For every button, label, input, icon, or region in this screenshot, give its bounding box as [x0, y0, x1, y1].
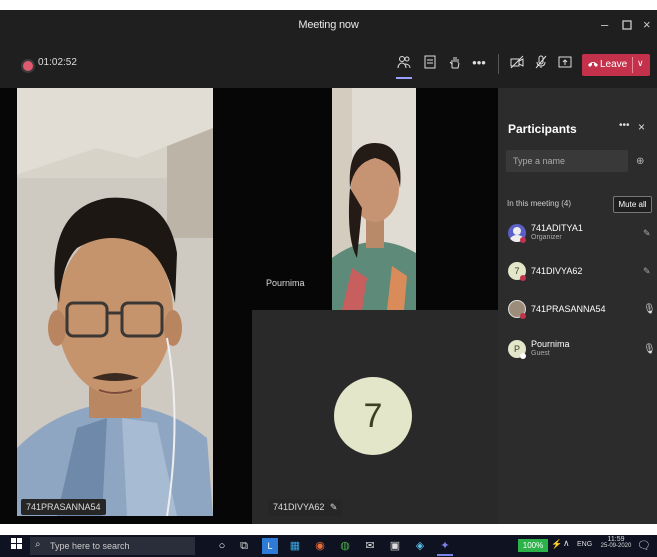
- status-badge: [520, 313, 526, 319]
- notification-icon[interactable]: 🗨︎: [636, 538, 652, 554]
- battery-indicator[interactable]: 100%: [518, 539, 548, 552]
- status-badge: [520, 237, 526, 243]
- participant-name-label: 741PRASANNA54: [21, 499, 106, 515]
- mute-all-button[interactable]: Mute all: [613, 196, 652, 213]
- mic-off-icon: ✎: [329, 502, 338, 512]
- mic-off-icon[interactable]: ✎: [643, 266, 651, 277]
- leave-divider: [632, 57, 633, 73]
- meeting-timer: 01:02:52: [38, 57, 77, 68]
- maximize-button[interactable]: [622, 10, 632, 40]
- participant-name: 741DIVYA62: [531, 266, 583, 276]
- video-tile-prasanna[interactable]: 741PRASANNA54: [17, 88, 213, 516]
- meeting-toolbar: 01:02:52 ••• Leave ∨: [0, 40, 657, 88]
- participant-item[interactable]: 7 741DIVYA62 ✎: [498, 258, 657, 286]
- language-indicator[interactable]: ENG: [577, 541, 592, 548]
- search-icon: ⌕: [35, 539, 41, 550]
- close-window-button[interactable]: ×: [643, 10, 651, 40]
- close-icon[interactable]: ×: [638, 120, 645, 134]
- file-explorer-icon[interactable]: ▦: [287, 538, 303, 554]
- video-tile-pournima[interactable]: [332, 88, 416, 310]
- mail-icon[interactable]: ✉: [362, 538, 378, 554]
- taskbar-search-input[interactable]: ⌕ Type here to search: [30, 537, 195, 555]
- participants-active-indicator: [396, 77, 412, 79]
- mic-icon[interactable]: 🎙︎: [643, 344, 656, 355]
- clock-date: 25-09-2020: [600, 543, 632, 549]
- more-options-icon[interactable]: •••: [470, 54, 488, 72]
- participant-name: Pournima: [531, 339, 570, 349]
- more-options-icon[interactable]: •••: [619, 120, 630, 131]
- participant-name: 741ADITYA1: [531, 223, 583, 233]
- participant-role: Guest: [531, 350, 550, 357]
- app-icon[interactable]: ◈: [412, 538, 428, 554]
- cortana-icon[interactable]: ○: [214, 538, 230, 554]
- section-label: In this meeting (4): [507, 199, 572, 208]
- chevron-down-icon[interactable]: ∨: [637, 58, 644, 69]
- share-invite-icon[interactable]: ⊕: [636, 156, 644, 167]
- windows-start-icon[interactable]: [8, 538, 24, 554]
- participant-item[interactable]: 741PRASANNA54 🎙︎: [498, 296, 657, 324]
- video-stage: 741PRASANNA54 Pournima 7 741DIVYA62 ✎: [0, 88, 498, 524]
- participant-item[interactable]: 741ADITYA1 Organizer ✎: [498, 218, 657, 250]
- participants-icon[interactable]: [395, 54, 413, 72]
- chevron-up-icon[interactable]: ∧: [563, 538, 570, 549]
- window-bottom-border: [0, 524, 657, 535]
- participants-panel: Participants ••• × Type a name ⊕ In this…: [498, 88, 657, 524]
- clock-time: 11:59: [607, 536, 625, 543]
- participant-video: [17, 88, 213, 516]
- camera-off-icon[interactable]: [508, 54, 526, 72]
- raise-hand-icon[interactable]: [446, 54, 464, 72]
- status-badge: [520, 353, 526, 359]
- panel-title: Participants: [508, 122, 577, 136]
- power-icon[interactable]: ⚡: [551, 539, 562, 550]
- clock[interactable]: 11:59 25-09-2020: [600, 536, 632, 549]
- mic-icon[interactable]: 🎙︎: [643, 304, 656, 315]
- participant-name-label: Pournima: [266, 278, 305, 288]
- participant-name: 741PRASANNA54: [531, 304, 606, 314]
- store-icon[interactable]: ▣: [387, 538, 403, 554]
- status-badge: [520, 275, 526, 281]
- participant-item[interactable]: P Pournima Guest 🎙︎: [498, 334, 657, 364]
- share-tray-icon[interactable]: [556, 54, 574, 72]
- teams-icon[interactable]: ✦: [437, 538, 453, 556]
- window-title: Meeting now: [298, 19, 359, 31]
- participant-role: Organizer: [531, 234, 562, 241]
- title-bar: Meeting now – ×: [0, 10, 657, 40]
- chat-icon[interactable]: [421, 54, 439, 72]
- toolbar-separator: [498, 54, 499, 74]
- participant-name-label: 741DIVYA62 ✎: [268, 499, 343, 516]
- leave-button[interactable]: Leave ∨: [582, 54, 650, 76]
- task-view-icon[interactable]: ⧉: [236, 538, 252, 554]
- app-l-icon[interactable]: L: [262, 538, 278, 554]
- phone-icon: [588, 60, 598, 71]
- video-tile-divya[interactable]: 7 741DIVYA62 ✎: [252, 310, 498, 524]
- recording-indicator: [21, 59, 35, 73]
- chrome-icon[interactable]: ◍: [337, 538, 353, 554]
- mic-off-icon[interactable]: ✎: [643, 228, 651, 239]
- mic-off-icon[interactable]: [532, 54, 550, 72]
- windows-taskbar: ⌕ Type here to search ○ ⧉ L ▦ ◉ ◍ ✉ ▣ ◈ …: [0, 535, 657, 557]
- participant-search-input[interactable]: Type a name: [506, 150, 628, 172]
- leave-label: Leave: [600, 59, 628, 70]
- participant-video: [332, 88, 416, 310]
- chrome-icon[interactable]: ◉: [312, 538, 328, 554]
- participant-avatar: 7: [334, 377, 412, 455]
- minimize-button[interactable]: –: [601, 10, 608, 40]
